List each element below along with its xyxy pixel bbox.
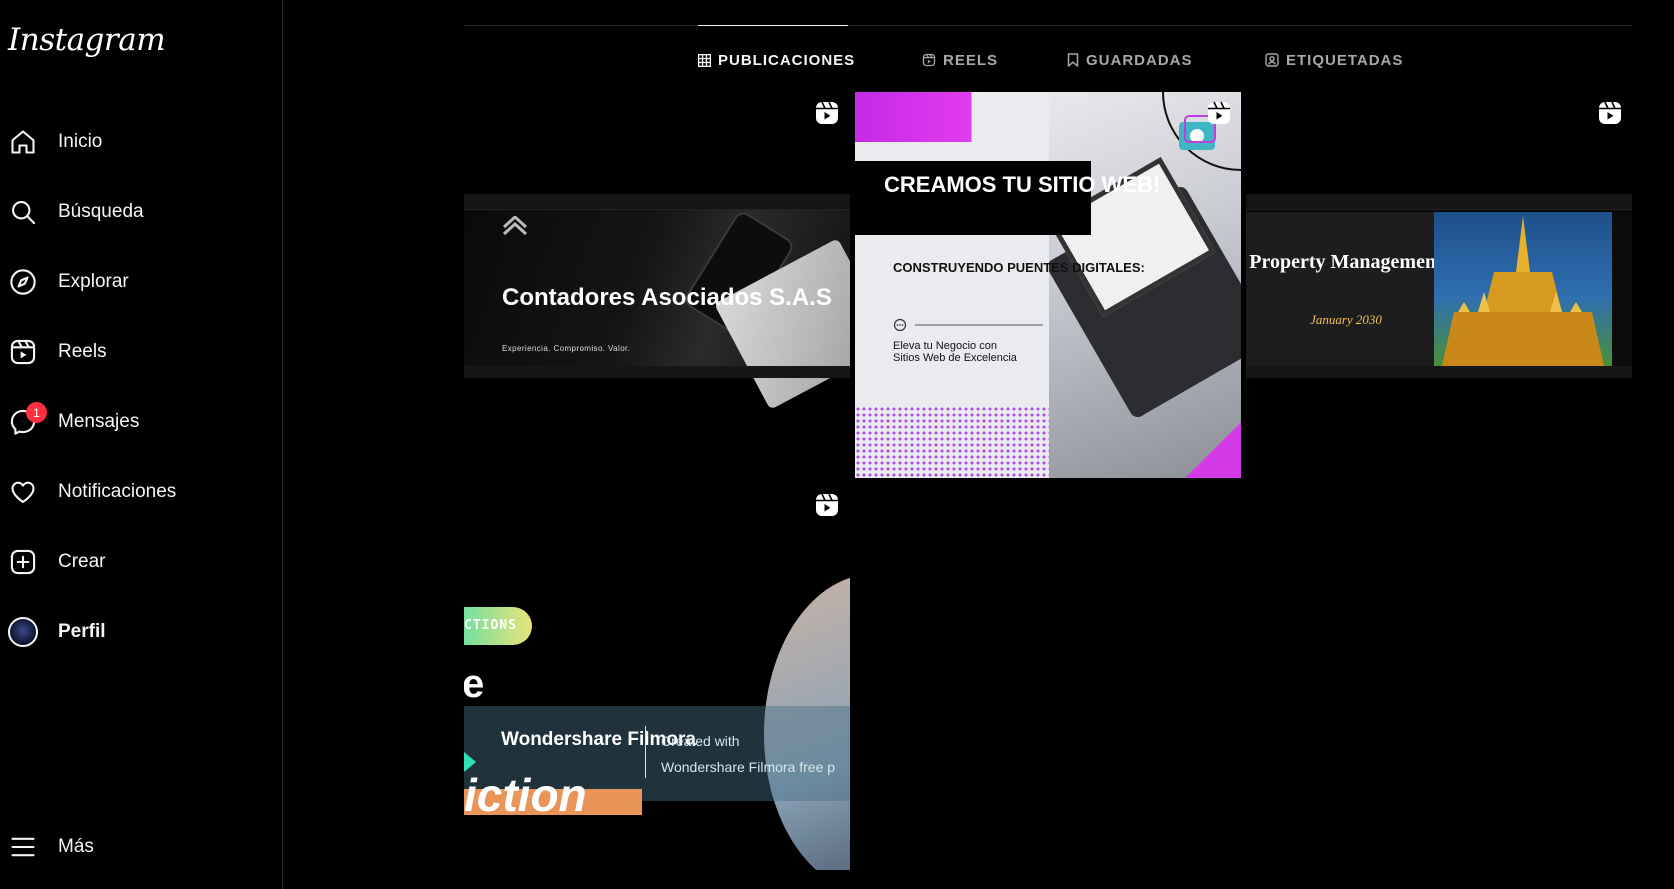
sidebar-item-label: Crear: [58, 551, 106, 572]
logo-mark-icon: [502, 216, 528, 236]
sidebar-item-crear[interactable]: Crear: [0, 536, 270, 588]
sidebar-item-busqueda[interactable]: Búsqueda: [0, 186, 270, 238]
post-thumbnail: Contadores Asociados S.A.S Experiencia. …: [464, 194, 850, 410]
post-subtitle: CONSTRUYENDO PUENTES DIGITALES:: [893, 260, 1145, 275]
tab-guardadas[interactable]: GUARDADAS: [1067, 46, 1193, 74]
sidebar-item-label: Inicio: [58, 131, 103, 152]
avatar: [8, 617, 38, 647]
post-sitio-web[interactable]: CREAMOS TU SITIO WEB! CONSTRUYENDO PUENT…: [855, 92, 1241, 478]
post-property-management[interactable]: Property Management January 2030: [1246, 92, 1632, 478]
reel-icon: [1599, 101, 1621, 124]
sidebar: Instagram Inicio Búsqueda Explorar Reels…: [0, 0, 283, 889]
sidebar-item-label: Explorar: [58, 271, 129, 292]
heart-icon: [8, 477, 38, 507]
post-title: Contadores Asociados S.A.S: [502, 284, 832, 311]
sidebar-item-label: Perfil: [58, 621, 106, 642]
tab-label: REELS: [943, 51, 999, 69]
sidebar-item-label: Notificaciones: [58, 481, 177, 502]
search-icon: [8, 197, 38, 227]
grid-icon: [698, 53, 711, 67]
home-icon: [8, 127, 38, 157]
sidebar-item-mas[interactable]: Más: [0, 821, 270, 873]
title-fragment-2: iction: [464, 769, 587, 821]
temple-illustration: [1442, 216, 1604, 366]
title-fragment: e: [464, 662, 485, 706]
reel-icon: [816, 101, 838, 124]
sidebar-item-mensajes[interactable]: 1 Mensajes: [0, 396, 270, 448]
profile-divider: [464, 25, 1632, 26]
menu-icon: [8, 832, 38, 862]
post-thumbnail: Property Management January 2030: [1246, 194, 1632, 378]
post-body: Eleva tu Negocio con Sitios Web de Excel…: [893, 340, 1017, 364]
post-subtitle: January 2030: [1310, 312, 1382, 327]
sidebar-item-notificaciones[interactable]: Notificaciones: [0, 466, 270, 518]
tab-label: ETIQUETADAS: [1286, 51, 1404, 69]
tab-label: PUBLICACIONES: [718, 51, 856, 69]
watermark-created: Created with Wondershare Filmora free p: [661, 733, 836, 775]
sidebar-item-reels[interactable]: Reels: [0, 326, 270, 378]
compass-icon: [8, 267, 38, 297]
plus-square-icon: [8, 547, 38, 577]
sidebar-item-perfil[interactable]: Perfil: [0, 606, 270, 658]
post-filmora[interactable]: CTIONS e Wondershare Filmora Created wit…: [464, 484, 850, 870]
post-title: CREAMOS TU SITIO WEB!: [884, 172, 1161, 197]
screen-toolbar: [1246, 194, 1632, 210]
sidebar-item-explorar[interactable]: Explorar: [0, 256, 270, 308]
reel-icon: [816, 493, 838, 516]
reel-icon: [1208, 101, 1230, 124]
active-tab-indicator: [698, 25, 848, 26]
post-title: Property Management: [1249, 251, 1443, 273]
reels-icon: [8, 337, 38, 367]
messenger-icon: 1: [8, 402, 47, 437]
pink-shape: [855, 92, 1049, 142]
bookmark-icon: [1067, 53, 1079, 67]
sidebar-item-label: Reels: [58, 341, 107, 362]
sidebar-item-label: Búsqueda: [58, 201, 144, 222]
tab-reels[interactable]: REELS: [922, 46, 998, 74]
dot-pattern: [855, 406, 1049, 478]
post-subtitle: Experiencia. Compromiso. Valor.: [502, 344, 631, 353]
sidebar-item-inicio[interactable]: Inicio: [0, 116, 270, 168]
instagram-logo[interactable]: Instagram: [8, 22, 166, 58]
screen-toolbar: [464, 194, 850, 210]
tag-user-icon: [1265, 53, 1279, 67]
tab-etiquetadas[interactable]: ETIQUETADAS: [1265, 46, 1403, 74]
chat-bubble-icon: [893, 318, 1043, 332]
tab-label: GUARDADAS: [1086, 51, 1193, 69]
post-contadores[interactable]: Contadores Asociados S.A.S Experiencia. …: [464, 92, 850, 478]
sidebar-item-label: Mensajes: [58, 411, 140, 432]
sidebar-item-label: Más: [58, 836, 94, 857]
tab-publicaciones[interactable]: PUBLICACIONES: [698, 46, 855, 74]
unread-badge: 1: [26, 402, 47, 423]
pill-text: CTIONS: [464, 618, 517, 633]
reels-icon: [922, 53, 936, 67]
